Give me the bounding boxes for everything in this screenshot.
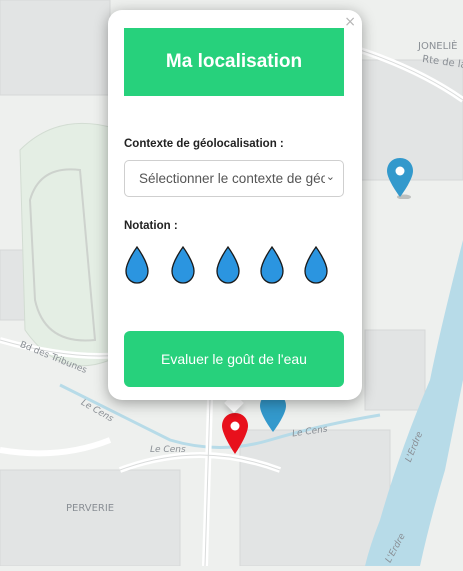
context-select-value: Sélectionner le contexte de géolocalisat… <box>139 171 325 186</box>
popup-title: Ma localisation <box>165 51 303 72</box>
blue-marker-right[interactable] <box>385 157 415 200</box>
close-icon[interactable]: × <box>344 14 356 30</box>
chevron-down-icon: ⌄ <box>325 170 335 183</box>
popup-title-banner: Ma localisation <box>124 28 344 96</box>
water-drop-icon-4[interactable] <box>259 245 285 284</box>
map-pin-icon <box>222 413 248 454</box>
rating-drops <box>124 245 344 286</box>
map-label-perverie: PERVERIE <box>66 503 115 514</box>
water-drop-icon-1[interactable] <box>124 245 150 284</box>
evaluate-water-button[interactable]: Evaluer le goût de l'eau <box>124 331 344 387</box>
water-drop-icon-5[interactable] <box>303 245 329 284</box>
context-label: Contexte de géolocalisation : <box>124 138 284 150</box>
map-label-jonelie: JONELIÈ <box>418 41 458 52</box>
red-marker-selected[interactable] <box>220 412 250 456</box>
location-popup: × Ma localisation Contexte de géolocalis… <box>108 10 362 400</box>
context-select[interactable]: Sélectionner le contexte de géolocalisat… <box>124 160 344 197</box>
map-label-le-cens-2: Le Cens <box>150 445 186 455</box>
water-drop-icon-3[interactable] <box>215 245 241 284</box>
rating-label: Notation : <box>124 220 178 232</box>
map-pin-icon <box>387 158 413 200</box>
water-drop-icon-2[interactable] <box>170 245 196 284</box>
